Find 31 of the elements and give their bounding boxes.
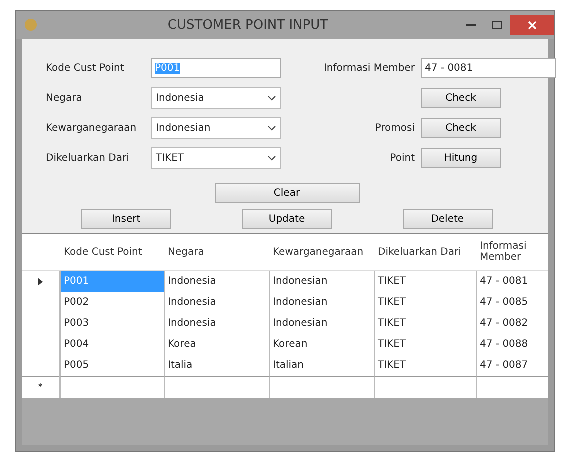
- field-label: Informasi Member: [322, 62, 416, 74]
- dropdown[interactable]: TIKET: [151, 147, 281, 169]
- field-label: Kode Cust Point: [46, 62, 126, 74]
- field-label: Kewarganegaraan: [46, 122, 138, 134]
- calculate-button[interactable]: Hitung: [421, 148, 501, 168]
- row-pointer-icon: [38, 278, 43, 286]
- minimize-icon: [466, 24, 476, 26]
- field-label: Dikeluarkan Dari: [46, 152, 130, 164]
- action-button[interactable]: Delete: [402, 209, 493, 229]
- chevron-down-icon: [268, 156, 276, 160]
- clear-button[interactable]: Clear: [214, 183, 360, 203]
- table-cell: [476, 376, 548, 398]
- check-button[interactable]: Check: [421, 118, 501, 138]
- field-label: Promosi: [374, 122, 416, 134]
- window-title: CUSTOMER POINT INPUT: [166, 18, 330, 32]
- action-button[interactable]: Update: [242, 209, 332, 229]
- member-field[interactable]: 47 - 0081: [421, 58, 556, 78]
- field-label: Point: [389, 152, 416, 164]
- close-icon: [528, 20, 536, 30]
- new-row-marker: *: [38, 382, 43, 392]
- app-icon: [24, 18, 38, 32]
- dropdown[interactable]: Indonesian: [151, 117, 281, 139]
- table-cell: P001: [60, 271, 164, 292]
- dropdown[interactable]: Indonesia: [151, 87, 281, 109]
- action-button[interactable]: Insert: [81, 209, 172, 229]
- chevron-down-icon: [268, 126, 276, 130]
- chevron-down-icon: [268, 96, 276, 100]
- check-button[interactable]: Check: [421, 88, 501, 108]
- maximize-icon: [492, 21, 502, 29]
- field-label: Negara: [46, 92, 84, 104]
- close-button[interactable]: [510, 15, 554, 35]
